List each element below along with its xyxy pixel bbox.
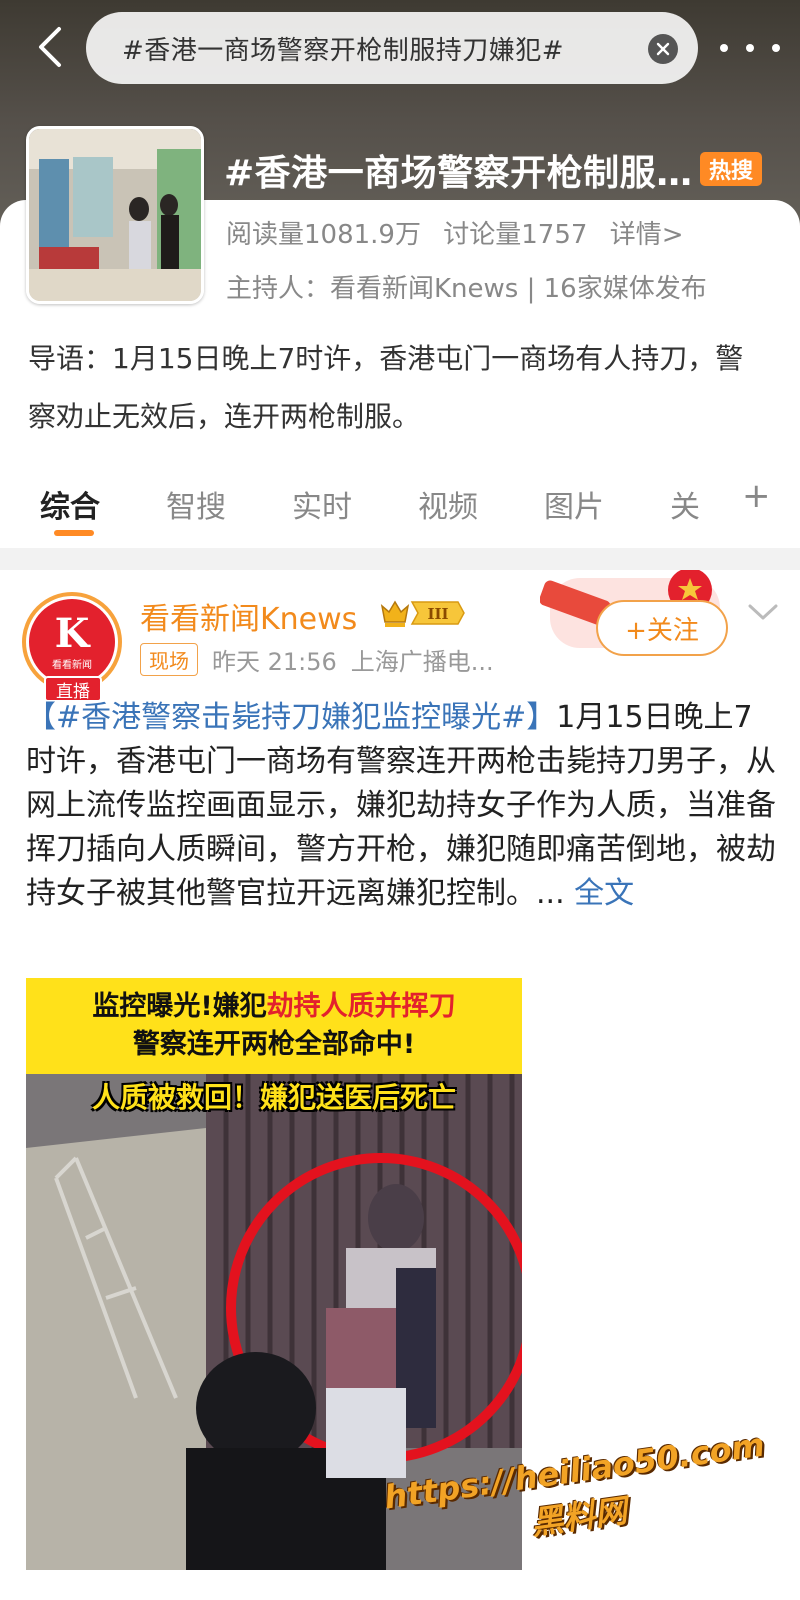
more-dot-icon [746, 44, 754, 52]
add-tab-button[interactable]: + [742, 476, 771, 516]
back-button[interactable] [28, 22, 72, 72]
post-image[interactable]: 监控曝光!嫌犯劫持人质并挥刀 警察连开两枪全部命中! 人质被救回！嫌犯送医后死亡 [26, 978, 522, 1570]
details-link[interactable]: 详情> [610, 220, 684, 250]
tab-images[interactable]: 图片 [544, 482, 604, 526]
knews-logo-icon: K 看看新闻 [29, 599, 115, 685]
section-divider [0, 548, 800, 570]
avatar-letter: K [54, 609, 90, 657]
topic-thumbnail[interactable] [26, 126, 204, 304]
chevron-down-icon[interactable] [746, 600, 780, 624]
image-caption-line: 人质被救回！嫌犯送医后死亡 [91, 1081, 456, 1114]
tab-related[interactable]: 关 [670, 482, 700, 526]
search-input[interactable]: #香港一商场警察开枪制服持刀嫌犯# [86, 12, 698, 84]
avatar-sublabel: 看看新闻 [52, 659, 92, 671]
topic-thumbnail-image [29, 129, 201, 301]
feed-post: K 看看新闻 直播 看看新闻Knews III 现场 昨天 21:56 上海广播… [0, 570, 800, 1600]
banner-line-1-black: 监控曝光!嫌犯 [92, 991, 267, 1022]
search-bar-row: #香港一商场警察开枪制服持刀嫌犯# [0, 0, 800, 96]
post-meta: 现场 昨天 21:56 上海广播电... [140, 642, 494, 677]
more-options-button[interactable] [720, 34, 780, 62]
active-tab-indicator [54, 530, 94, 536]
topic-stats: 阅读量1081.9万 讨论量1757 详情> [226, 214, 683, 251]
full-text-link[interactable]: 全文 [574, 876, 634, 911]
search-tabs: 综合 智搜 实时 视频 图片 关 [0, 460, 800, 540]
topic-intro: 导语：1月15日晚上7时许，香港屯门一商场有人持刀，警察劝止无效后，连开两枪制服… [28, 342, 744, 433]
author-name[interactable]: 看看新闻Knews [140, 594, 357, 638]
scene-tag: 现场 [140, 643, 198, 676]
tab-smart-search[interactable]: 智搜 [166, 482, 226, 526]
banner-line-2: 警察连开两枪全部命中! [132, 1029, 416, 1060]
hot-search-badge: 热搜 [700, 152, 762, 186]
more-dot-icon [720, 44, 728, 52]
crown-vip-icon: III [380, 600, 465, 627]
more-dot-icon [772, 44, 780, 52]
read-count: 阅读量1081.9万 [226, 220, 421, 250]
vip-level-text: III [427, 605, 448, 623]
post-source: 上海广播电... [350, 648, 494, 676]
post-hashtag-link[interactable]: 【#香港警察击毙持刀嫌犯监控曝光#】 [26, 700, 556, 735]
tab-realtime[interactable]: 实时 [292, 482, 352, 526]
back-arrow-icon [39, 27, 61, 67]
discussion-count: 讨论量1757 [443, 220, 588, 250]
post-time: 昨天 21:56 [212, 648, 337, 676]
banner-line-1-red: 劫持人质并挥刀 [266, 991, 456, 1022]
topic-host: 主持人：看看新闻Knews | 16家媒体发布 [226, 274, 707, 304]
post-body: 【#香港警察击毙持刀嫌犯监控曝光#】1月15日晚上7时许，香港屯门一商场有警察连… [26, 696, 776, 916]
clear-search-button[interactable] [648, 34, 678, 64]
follow-button[interactable]: +关注 [596, 600, 728, 656]
search-query-text: #香港一商场警察开枪制服持刀嫌犯# [122, 35, 565, 66]
topic-title: #香港一商场警察开枪制服持刀嫌犯# [224, 153, 694, 194]
close-icon [656, 42, 670, 56]
image-headline-banner: 监控曝光!嫌犯劫持人质并挥刀 警察连开两枪全部命中! [26, 978, 522, 1074]
tab-video[interactable]: 视频 [418, 482, 478, 526]
tab-comprehensive[interactable]: 综合 [40, 482, 100, 526]
banner-line-1: 监控曝光!嫌犯劫持人质并挥刀 [92, 988, 455, 1026]
